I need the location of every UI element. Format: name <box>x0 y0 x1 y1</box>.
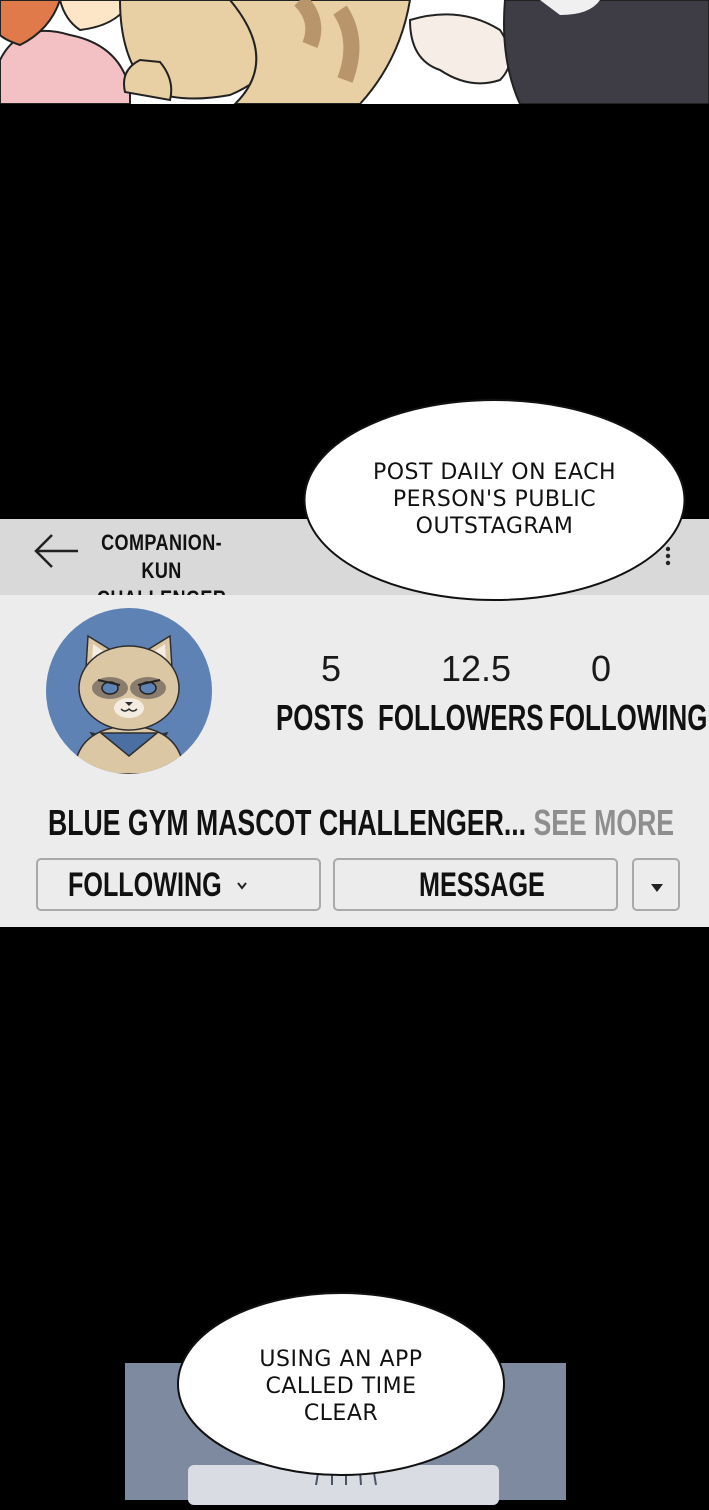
bubble-line: POST DAILY ON EACH <box>372 460 617 485</box>
suggestions-dropdown-button[interactable] <box>632 858 680 911</box>
bio-text: BLUE GYM MASCOT CHALLENGER... <box>48 802 527 843</box>
message-button-label: MESSAGE <box>419 866 545 904</box>
bubble-line: USING AN APP <box>259 1347 423 1372</box>
bubble-line: PERSON'S PUBLIC <box>392 487 597 512</box>
back-arrow-icon[interactable] <box>30 530 82 572</box>
profile-bio: BLUE GYM MASCOT CHALLENGER... SEE MORE <box>48 802 674 844</box>
following-button[interactable]: FOLLOWING <box>36 858 321 911</box>
bubble-line: OUTSTAGRAM <box>415 514 574 539</box>
following-count: 0 <box>590 648 612 689</box>
following-button-label: FOLLOWING <box>68 866 222 904</box>
avatar[interactable] <box>46 608 212 774</box>
followers-count: 12.5 <box>440 648 512 689</box>
following-label[interactable]: FOLLOWING <box>549 697 707 739</box>
message-button[interactable]: MESSAGE <box>333 858 618 911</box>
chevron-down-icon <box>236 878 248 896</box>
followers-label[interactable]: FOLLOWERS <box>378 697 544 739</box>
caret-down-icon <box>650 880 664 898</box>
speech-bubble-bottom: USING AN APP CALLED TIME CLEAR <box>177 1291 505 1477</box>
comic-panel-top <box>0 0 709 104</box>
speech-bubble-top: POST DAILY ON EACH PERSON'S PUBLIC OUTST… <box>303 398 686 602</box>
comic-illustration <box>0 0 709 104</box>
see-more-link[interactable]: SEE MORE <box>533 802 674 843</box>
posts-label[interactable]: POSTS <box>276 697 364 739</box>
raccoon-mascot-avatar <box>46 608 212 774</box>
bubble-line: CLEAR <box>303 1401 379 1426</box>
bubble-line: CALLED TIME <box>265 1374 417 1399</box>
posts-count: 5 <box>320 648 342 689</box>
